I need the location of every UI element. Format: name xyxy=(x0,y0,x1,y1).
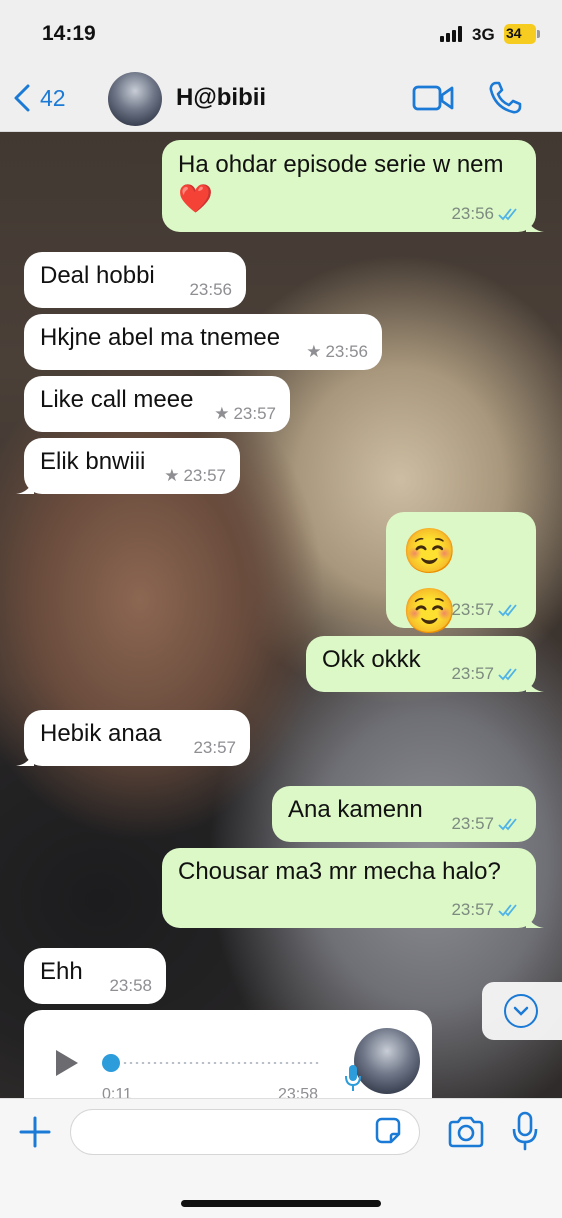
contact-avatar[interactable] xyxy=(108,72,162,126)
chevron-left-icon xyxy=(14,84,30,112)
message-text: Hebik anaa xyxy=(40,720,162,747)
battery-level: 34 xyxy=(506,25,522,41)
message-outgoing[interactable]: Ana kamenn 23:57 xyxy=(272,786,536,842)
contact-name[interactable]: H@bibii xyxy=(176,84,266,112)
camera-icon[interactable] xyxy=(446,1115,486,1149)
bubble-tail xyxy=(526,912,544,928)
message-meta: 23:57 xyxy=(451,900,522,920)
message-meta: 23:57 xyxy=(193,738,236,758)
sticker-icon[interactable] xyxy=(373,1116,403,1146)
message-meta: 23:58 xyxy=(109,976,152,996)
message-outgoing[interactable]: ☺️ ☺️ 23:57 xyxy=(386,512,536,636)
message-time: 23:58 xyxy=(109,976,152,995)
voice-progress-handle[interactable] xyxy=(102,1054,120,1072)
message-meta: 23:56 xyxy=(189,280,232,300)
message-input-wrapper[interactable] xyxy=(70,1109,420,1155)
message-time: 23:57 xyxy=(451,900,494,919)
unread-count: 42 xyxy=(40,84,66,111)
message-time: 23:57 xyxy=(193,738,236,757)
message-text: Chousar ma3 mr mecha halo? xyxy=(178,858,501,885)
message-time: 23:57 xyxy=(183,466,226,485)
microphone-icon[interactable] xyxy=(510,1111,540,1151)
message-text: Like call meee xyxy=(40,386,194,413)
message-outgoing[interactable]: Okk okkk 23:57 xyxy=(306,636,544,692)
message-time: 23:57 xyxy=(451,664,494,683)
message-time: 23:56 xyxy=(325,342,368,361)
bubble-tail xyxy=(16,750,34,766)
voice-waveform[interactable] xyxy=(122,1062,320,1064)
message-incoming[interactable]: Hkjne abel ma tnemee ★ 23:56 xyxy=(24,314,382,370)
star-icon: ★ xyxy=(214,404,230,423)
message-incoming[interactable]: Like call meee ★ 23:57 xyxy=(24,376,290,432)
scroll-to-bottom-button[interactable] xyxy=(482,982,562,1040)
read-ticks-icon xyxy=(498,668,517,681)
signal-icon xyxy=(440,26,466,42)
message-incoming[interactable]: Hebik anaa 23:57 xyxy=(16,710,250,766)
message-meta: ★ 23:56 xyxy=(306,342,368,362)
status-time: 14:19 xyxy=(42,22,96,45)
read-ticks-icon xyxy=(498,604,517,617)
home-indicator[interactable] xyxy=(181,1200,381,1207)
battery-icon: 34 xyxy=(504,24,540,44)
chat-header: 14:19 3G 34 42 H@bibii xyxy=(0,0,562,132)
message-text: Okk okkk xyxy=(322,646,421,673)
play-icon[interactable] xyxy=(54,1048,80,1078)
message-text: Ehh xyxy=(40,958,83,985)
message-text: Ha ohdar episode serie w nem xyxy=(178,151,504,178)
message-time: 23:57 xyxy=(233,404,276,423)
message-outgoing[interactable]: Ha ohdar episode serie w nem ❤️ 23:56 xyxy=(162,140,544,232)
message-input[interactable] xyxy=(87,1118,367,1146)
back-button[interactable]: 42 xyxy=(12,80,66,116)
bubble-tail xyxy=(526,676,544,692)
bubble-tail xyxy=(16,478,34,494)
message-text: Ana kamenn xyxy=(288,796,423,823)
message-meta: ★ 23:57 xyxy=(164,466,226,486)
voice-call-button[interactable] xyxy=(487,80,523,116)
read-ticks-icon xyxy=(498,904,517,917)
message-text: Hkjne abel ma tnemee xyxy=(40,324,281,351)
message-text: ☺️ ☺️ xyxy=(402,527,459,636)
message-meta: ★ 23:57 xyxy=(214,404,276,424)
chevron-down-icon xyxy=(504,994,538,1028)
message-time: 23:56 xyxy=(451,204,494,223)
read-ticks-icon xyxy=(498,818,517,831)
message-incoming[interactable]: Deal hobbi 23:56 xyxy=(24,252,246,308)
read-ticks-icon xyxy=(498,208,517,221)
video-call-button[interactable] xyxy=(412,82,454,114)
star-icon: ★ xyxy=(306,342,322,361)
message-outgoing[interactable]: Chousar ma3 mr mecha halo? 23:57 xyxy=(162,848,544,928)
star-icon: ★ xyxy=(164,466,180,485)
message-text: Deal hobbi xyxy=(40,262,155,289)
message-time: 23:56 xyxy=(189,280,232,299)
message-meta: 23:57 xyxy=(451,600,522,620)
message-meta: 23:57 xyxy=(451,664,522,684)
sender-avatar xyxy=(354,1028,420,1094)
microphone-icon xyxy=(345,1065,361,1091)
message-meta: 23:57 xyxy=(451,814,522,834)
plus-icon[interactable] xyxy=(18,1115,52,1149)
message-time: 23:57 xyxy=(451,600,494,619)
message-text: Elik bnwiii xyxy=(40,448,146,475)
message-incoming[interactable]: Ehh 23:58 xyxy=(24,948,166,1004)
message-incoming[interactable]: Elik bnwiii ★ 23:57 xyxy=(16,438,240,494)
message-time: 23:57 xyxy=(451,814,494,833)
message-meta: 23:56 xyxy=(451,204,522,224)
bubble-tail xyxy=(526,216,544,232)
network-type: 3G xyxy=(472,25,495,44)
